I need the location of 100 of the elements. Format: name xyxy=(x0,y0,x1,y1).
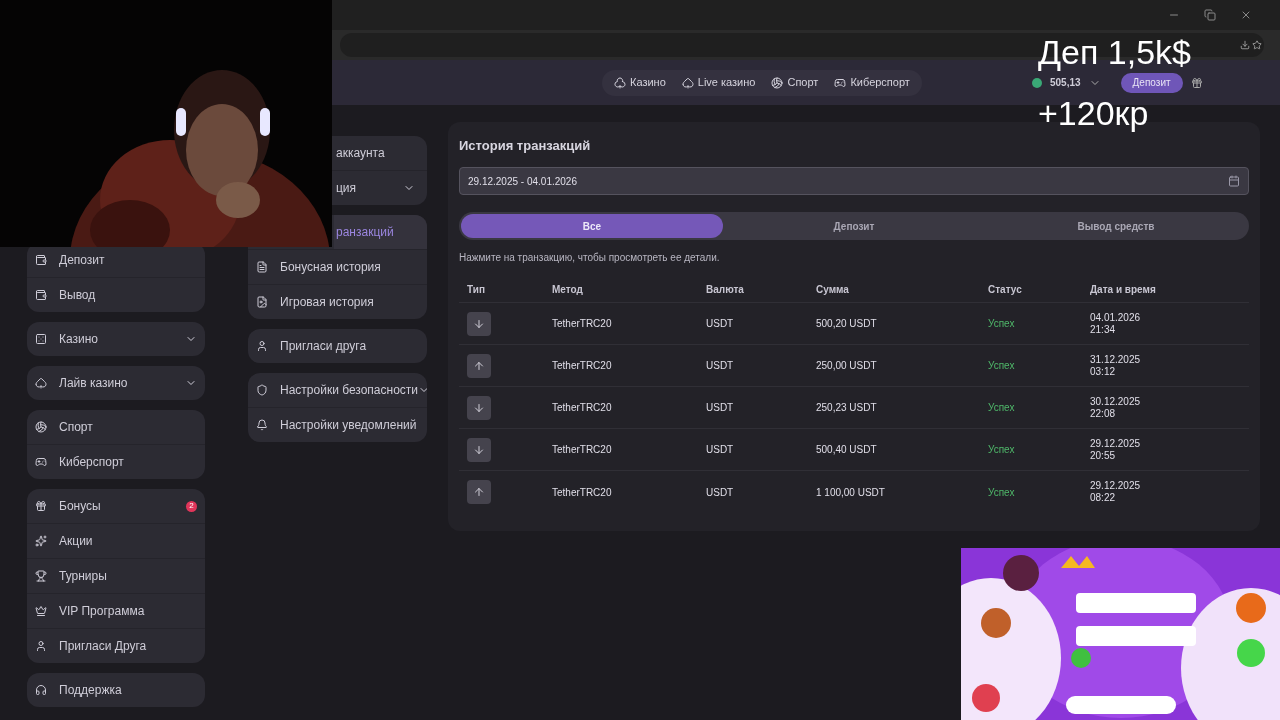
close-icon[interactable] xyxy=(1240,9,1252,21)
transaction-type-icon xyxy=(467,480,491,504)
transaction-row[interactable]: TetherTRC20 USDT 1 100,00 USDT Успех 29.12.2025 08:22 xyxy=(459,471,1249,513)
menu-item[interactable]: VIP Программа xyxy=(27,594,205,628)
menu-icon xyxy=(35,333,47,345)
table-cell-text: USDT xyxy=(706,485,735,500)
menu-icon xyxy=(35,640,47,652)
date-range-field[interactable]: 29.12.2025 - 04.01.2026 xyxy=(459,167,1249,195)
calendar-icon[interactable] xyxy=(1228,175,1240,187)
nav-icon xyxy=(771,76,784,89)
menu-icon xyxy=(35,535,47,547)
menu-icon xyxy=(35,684,47,696)
table-cell-text: 04.01.2026 21:34 xyxy=(1090,311,1142,336)
nav-icon xyxy=(614,76,626,89)
column-header: Сумма xyxy=(816,283,850,297)
table-cell-text: 29.12.2025 20:55 xyxy=(1090,437,1142,462)
panel-title: История транзакций xyxy=(459,137,592,156)
table-cell-text: TetherTRC20 xyxy=(552,401,613,415)
column-header: Метод xyxy=(552,283,584,297)
table-cell-text: TetherTRC20 xyxy=(552,443,613,457)
restore-icon[interactable] xyxy=(1204,9,1216,21)
menu-icon xyxy=(35,254,47,266)
status-text: Успех xyxy=(988,485,1016,500)
menu-item[interactable]: Бонусная история xyxy=(248,250,427,284)
install-icon[interactable] xyxy=(1240,40,1250,50)
deposit-button[interactable]: Депозит xyxy=(1120,72,1183,93)
menu-item[interactable]: Пригласи друга xyxy=(248,329,427,363)
table-cell-text: USDT xyxy=(706,359,735,373)
transaction-row[interactable]: TetherTRC20 USDT 250,00 USDT Успех 31.12.2025 03:12 xyxy=(459,345,1249,387)
table-cell-text: 250,00 USDT xyxy=(816,359,878,373)
table-cell-text: USDT xyxy=(706,443,735,457)
nav-link[interactable]: Live казино xyxy=(673,69,764,96)
table-cell-text: 30.12.2025 22:08 xyxy=(1090,395,1142,420)
bookmark-icon[interactable] xyxy=(1252,40,1262,50)
filter-tab[interactable]: Все xyxy=(461,214,723,238)
menu-icon xyxy=(256,296,268,308)
table-cell-text: 31.12.2025 03:12 xyxy=(1090,353,1142,378)
table-cell-text: 1 100,00 USDT xyxy=(816,485,886,500)
menu-item[interactable]: ция xyxy=(334,171,427,205)
menu-icon xyxy=(35,570,47,582)
status-text: Успех xyxy=(988,317,1016,331)
table-cell-text: 250,23 USDT xyxy=(816,401,878,415)
status-text: Успех xyxy=(988,401,1016,415)
menu-item[interactable]: Игровая история xyxy=(248,285,427,319)
column-header: Тип xyxy=(467,283,486,297)
filter-tab[interactable]: Депозит xyxy=(723,214,985,238)
table-cell-text: 29.12.2025 08:22 xyxy=(1090,480,1142,504)
transaction-row[interactable]: TetherTRC20 USDT 500,40 USDT Успех 29.12.2025 20:55 xyxy=(459,429,1249,471)
count-badge: 2 xyxy=(186,500,197,512)
table-cell-text: TetherTRC20 xyxy=(552,359,613,373)
nav-link[interactable]: Спорт xyxy=(763,69,827,96)
table-cell-text: TetherTRC20 xyxy=(552,485,613,500)
menu-item[interactable]: аккаунта xyxy=(334,136,427,170)
menu-item[interactable]: Депозит xyxy=(27,243,205,277)
menu-item[interactable]: Акции xyxy=(27,524,205,558)
table-cell-text: USDT xyxy=(706,401,735,415)
nav-icon xyxy=(834,76,847,89)
stream-caption: +120кр xyxy=(1038,94,1149,132)
transaction-type-icon xyxy=(467,311,491,336)
menu-icon xyxy=(256,261,268,273)
nav-link[interactable]: Киберспорт xyxy=(826,69,918,96)
table-cell-text: USDT xyxy=(706,317,735,331)
menu-item[interactable]: Настройки уведомлений xyxy=(248,408,427,442)
stream-caption: Деп 1,5k$ xyxy=(1038,33,1191,71)
menu-item[interactable]: ранзакций xyxy=(334,215,427,249)
nav-icon xyxy=(681,76,694,89)
menu-icon xyxy=(35,377,47,389)
balance: 505,13 xyxy=(1050,76,1081,90)
menu-item[interactable]: Пригласи Друга xyxy=(27,629,205,663)
menu-item[interactable]: Казино xyxy=(27,322,205,356)
table-cell-text: 500,20 USDT xyxy=(816,317,878,331)
menu-item[interactable]: Настройки безопасности xyxy=(248,373,427,407)
menu-icon xyxy=(35,289,47,301)
coin-icon xyxy=(1032,77,1042,88)
nav-link[interactable]: Казино xyxy=(606,69,674,96)
menu-item[interactable]: Поддержка xyxy=(27,673,205,707)
table-cell-text: 500,40 USDT xyxy=(816,443,878,457)
menu-item[interactable]: Вывод xyxy=(27,278,205,312)
transaction-row[interactable]: TetherTRC20 USDT 500,20 USDT Успех 04.01.2026 21:34 xyxy=(459,303,1249,345)
menu-item[interactable]: Лайв казино xyxy=(27,366,205,400)
column-header: Валюта xyxy=(706,283,745,297)
column-header: Дата и время xyxy=(1090,283,1157,297)
status-text: Успех xyxy=(988,443,1016,457)
filter-tab[interactable]: Вывод средств xyxy=(985,214,1247,238)
menu-item[interactable]: Спорт xyxy=(27,410,205,444)
menu-icon xyxy=(35,605,47,617)
table-cell-text: TetherTRC20 xyxy=(552,317,613,331)
menu-icon xyxy=(35,421,47,433)
transaction-type-icon xyxy=(467,437,491,462)
gift-icon[interactable] xyxy=(1190,76,1203,89)
transaction-type-icon xyxy=(467,353,491,378)
menu-item[interactable]: Турниры xyxy=(27,559,205,593)
transaction-type-icon xyxy=(467,395,491,420)
menu-icon xyxy=(256,340,268,352)
menu-icon xyxy=(35,456,47,468)
menu-item[interactable]: Бонусы 2 xyxy=(27,489,205,523)
menu-icon xyxy=(35,500,47,512)
transaction-row[interactable]: TetherTRC20 USDT 250,23 USDT Успех 30.12.2025 22:08 xyxy=(459,387,1249,429)
menu-icon xyxy=(256,419,268,431)
menu-item[interactable]: Киберспорт xyxy=(27,445,205,479)
